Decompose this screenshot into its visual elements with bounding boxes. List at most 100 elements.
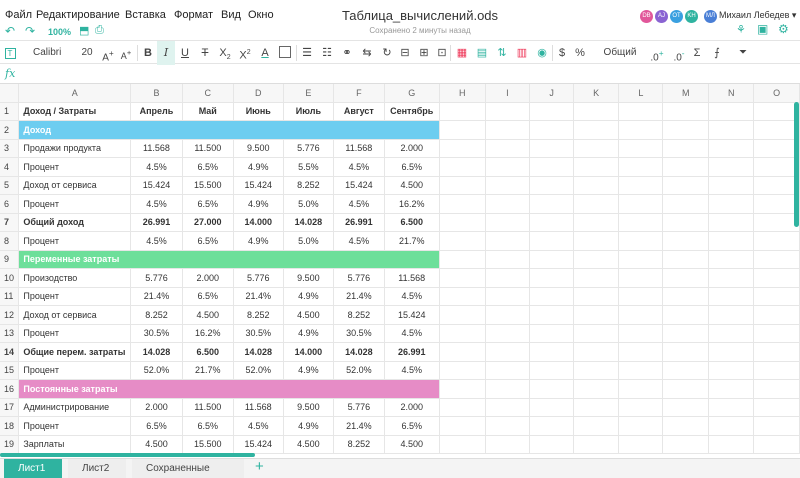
cell[interactable] (485, 287, 531, 306)
cell[interactable] (753, 287, 800, 306)
cell[interactable] (618, 324, 664, 343)
value-cell[interactable]: 4.5% (333, 231, 385, 251)
cell[interactable] (753, 416, 800, 436)
value-cell[interactable]: 4.5% (333, 157, 385, 177)
cell[interactable] (753, 120, 800, 140)
value-cell[interactable]: 6.5% (384, 416, 440, 436)
cell[interactable] (662, 398, 710, 417)
cell[interactable] (529, 157, 575, 177)
value-cell[interactable]: 8.252 (233, 305, 284, 325)
cell[interactable] (573, 213, 620, 232)
cell[interactable] (485, 194, 531, 214)
vertical-scrollbar[interactable] (794, 102, 799, 227)
cell[interactable] (708, 176, 755, 195)
borders-icon[interactable]: ▤ (474, 41, 490, 65)
menu-edit[interactable]: Редактирование (36, 9, 120, 21)
value-cell[interactable]: 4.9% (283, 324, 334, 343)
cell[interactable] (529, 102, 575, 121)
function-icon[interactable]: ⨍ (710, 41, 724, 65)
value-cell[interactable]: 4.5% (384, 287, 440, 306)
cell[interactable] (753, 176, 800, 195)
column-header[interactable]: A (18, 84, 132, 103)
value-cell[interactable]: 26.991 (384, 342, 440, 362)
cell[interactable] (618, 176, 664, 195)
cell[interactable] (485, 231, 531, 251)
value-cell[interactable]: 21.4% (333, 416, 385, 436)
cell[interactable] (753, 157, 800, 177)
cell[interactable] (618, 250, 664, 269)
insert-cells-icon[interactable]: ⊞ (415, 41, 433, 65)
column-header[interactable]: J (529, 84, 575, 103)
cell[interactable] (439, 361, 486, 380)
cell[interactable] (618, 194, 664, 214)
value-cell[interactable]: 5.776 (333, 398, 385, 417)
merge-cells-icon[interactable]: ⊟ (396, 41, 414, 65)
row-header[interactable]: 13 (0, 324, 20, 343)
cell[interactable] (439, 287, 486, 306)
value-cell[interactable]: 4.9% (233, 231, 284, 251)
collaborator-avatar[interactable]: KH (685, 10, 698, 23)
cell[interactable] (662, 231, 710, 251)
cell[interactable] (753, 398, 800, 417)
value-cell[interactable]: 4.9% (283, 416, 334, 436)
delete-cells-icon[interactable]: ⊡ (433, 41, 451, 65)
value-cell[interactable]: Август (333, 102, 385, 121)
value-cell[interactable]: 15.500 (182, 435, 234, 454)
cell[interactable] (618, 416, 664, 436)
value-cell[interactable]: 21.4% (130, 287, 183, 306)
row-header[interactable]: 19 (0, 435, 20, 454)
value-cell[interactable]: 4.500 (130, 435, 183, 454)
cell[interactable] (662, 379, 710, 399)
value-cell[interactable]: 4.9% (283, 361, 334, 380)
cell[interactable] (708, 324, 755, 343)
font-size-select[interactable]: 20 (80, 41, 94, 65)
menu-view[interactable]: Вид (221, 9, 241, 21)
horizontal-scrollbar[interactable] (0, 453, 255, 457)
value-cell[interactable]: 16.2% (384, 194, 440, 214)
collaborator-avatar[interactable]: DB (640, 10, 653, 23)
cell[interactable] (485, 324, 531, 343)
value-cell[interactable]: 6.500 (182, 342, 234, 362)
cell[interactable] (753, 102, 800, 121)
row-header[interactable]: 1 (0, 102, 20, 121)
cell[interactable] (573, 342, 620, 362)
bold-button[interactable]: B (139, 41, 157, 65)
row-header[interactable]: 8 (0, 231, 20, 251)
value-cell[interactable]: 4.500 (384, 435, 440, 454)
number-format-select[interactable]: Общий (600, 41, 640, 65)
value-cell[interactable]: 15.424 (233, 435, 284, 454)
value-cell[interactable]: 6.5% (182, 157, 234, 177)
cell[interactable] (753, 213, 800, 232)
cell[interactable] (485, 250, 531, 269)
cell[interactable] (708, 194, 755, 214)
cell[interactable] (753, 305, 800, 325)
menu-window[interactable]: Окно (248, 9, 274, 21)
value-cell[interactable]: 14.028 (130, 342, 183, 362)
settings-icon[interactable]: ⚙ (778, 22, 789, 36)
cell[interactable] (573, 398, 620, 417)
cell[interactable] (529, 139, 575, 158)
value-cell[interactable]: 16.2% (182, 324, 234, 343)
cell[interactable] (529, 361, 575, 380)
label-cell[interactable]: Доход от сервиса (18, 176, 132, 195)
label-cell[interactable]: Процент (18, 324, 132, 343)
select-all-corner[interactable] (0, 84, 20, 103)
value-cell[interactable]: Сентябрь (384, 102, 440, 121)
value-cell[interactable]: 5.776 (283, 139, 334, 158)
value-cell[interactable]: 14.028 (333, 342, 385, 362)
cell[interactable] (662, 324, 710, 343)
row-header[interactable]: 6 (0, 194, 20, 214)
value-cell[interactable]: 5.776 (130, 268, 183, 288)
value-cell[interactable]: 4.5% (130, 194, 183, 214)
value-cell[interactable]: 11.568 (384, 268, 440, 288)
section-label-cell[interactable]: Постоянные затраты (18, 379, 440, 399)
cell[interactable] (662, 102, 710, 121)
cell[interactable] (662, 139, 710, 158)
decrease-decimal-icon[interactable]: .0- (670, 41, 688, 65)
value-cell[interactable]: 52.0% (233, 361, 284, 380)
cell[interactable] (439, 120, 486, 140)
value-cell[interactable]: 30.5% (130, 324, 183, 343)
currency-icon[interactable]: $ (555, 41, 569, 65)
filter-icon[interactable]: ◉ (534, 41, 550, 65)
section-label-cell[interactable]: Доход (18, 120, 440, 140)
